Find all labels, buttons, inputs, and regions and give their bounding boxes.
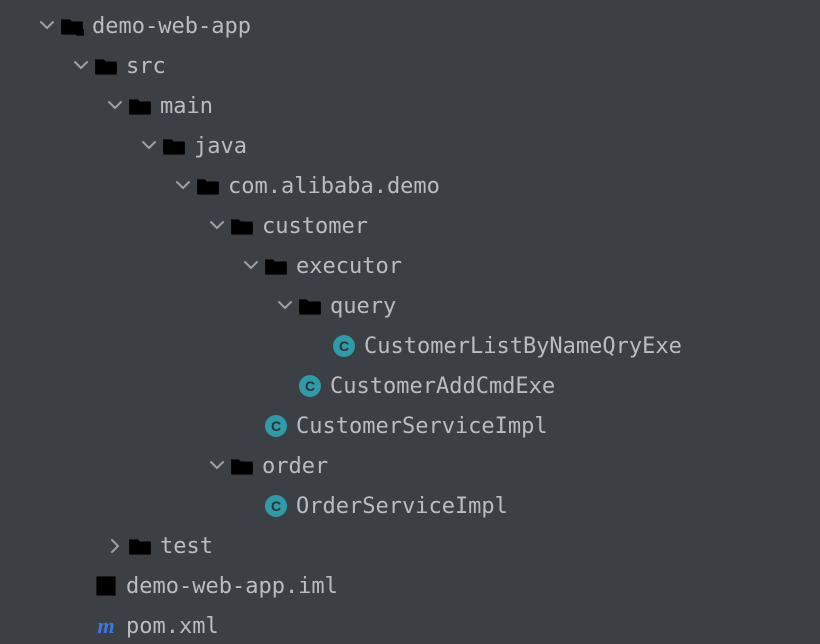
class-icon: C: [298, 375, 322, 397]
tree-node-label: customer: [262, 214, 368, 239]
tree-node-class[interactable]: C CustomerServiceImpl: [0, 406, 820, 446]
project-tree: demo-web-app src main java com.alibaba.d…: [0, 0, 820, 644]
chevron-down-icon[interactable]: [204, 213, 230, 239]
tree-node-label: CustomerAddCmdExe: [330, 374, 555, 399]
tree-node-class[interactable]: C CustomerAddCmdExe: [0, 366, 820, 406]
class-icon: C: [264, 495, 288, 517]
chevron-right-icon[interactable]: [102, 533, 128, 559]
tree-node-label: src: [126, 54, 166, 79]
tree-node-package[interactable]: com.alibaba.demo: [0, 166, 820, 206]
tree-node-label: main: [160, 94, 213, 119]
chevron-down-icon[interactable]: [34, 13, 60, 39]
tree-node-label: CustomerListByNameQryExe: [364, 334, 682, 359]
source-folder-icon: [162, 135, 186, 157]
tree-node-label: executor: [296, 254, 402, 279]
class-icon: C: [332, 335, 356, 357]
tree-node-pom-file[interactable]: m pom.xml: [0, 606, 820, 644]
tree-node-module-root[interactable]: demo-web-app: [0, 6, 820, 46]
tree-node-class[interactable]: C OrderServiceImpl: [0, 486, 820, 526]
tree-node-label: com.alibaba.demo: [228, 174, 440, 199]
tree-node-class[interactable]: C CustomerListByNameQryExe: [0, 326, 820, 366]
package-icon: [230, 455, 254, 477]
chevron-down-icon[interactable]: [102, 93, 128, 119]
package-icon: [298, 295, 322, 317]
tree-node-package[interactable]: order: [0, 446, 820, 486]
class-icon: C: [264, 415, 288, 437]
chevron-down-icon[interactable]: [68, 53, 94, 79]
package-icon: [196, 175, 220, 197]
maven-file-icon: m: [94, 615, 118, 637]
chevron-down-icon[interactable]: [238, 253, 264, 279]
tree-node-label: OrderServiceImpl: [296, 494, 508, 519]
iml-file-icon: [94, 575, 118, 597]
package-icon: [230, 215, 254, 237]
folder-icon: [128, 95, 152, 117]
tree-node-package[interactable]: query: [0, 286, 820, 326]
tree-node-label: java: [194, 134, 247, 159]
tree-node-label: CustomerServiceImpl: [296, 414, 548, 439]
tree-node-label: pom.xml: [126, 614, 219, 639]
tree-node-label: demo-web-app: [92, 14, 251, 39]
tree-node-folder[interactable]: main: [0, 86, 820, 126]
folder-icon: [128, 535, 152, 557]
chevron-down-icon[interactable]: [170, 173, 196, 199]
folder-icon: [94, 55, 118, 77]
tree-node-folder[interactable]: src: [0, 46, 820, 86]
tree-node-label: query: [330, 294, 396, 319]
tree-node-package[interactable]: customer: [0, 206, 820, 246]
tree-node-label: test: [160, 534, 213, 559]
chevron-down-icon[interactable]: [136, 133, 162, 159]
chevron-down-icon[interactable]: [204, 453, 230, 479]
tree-node-source-folder[interactable]: java: [0, 126, 820, 166]
tree-node-iml-file[interactable]: demo-web-app.iml: [0, 566, 820, 606]
chevron-down-icon[interactable]: [272, 293, 298, 319]
tree-node-label: order: [262, 454, 328, 479]
package-icon: [264, 255, 288, 277]
module-folder-icon: [60, 15, 84, 37]
tree-node-label: demo-web-app.iml: [126, 574, 338, 599]
tree-node-folder[interactable]: test: [0, 526, 820, 566]
tree-node-package[interactable]: executor: [0, 246, 820, 286]
